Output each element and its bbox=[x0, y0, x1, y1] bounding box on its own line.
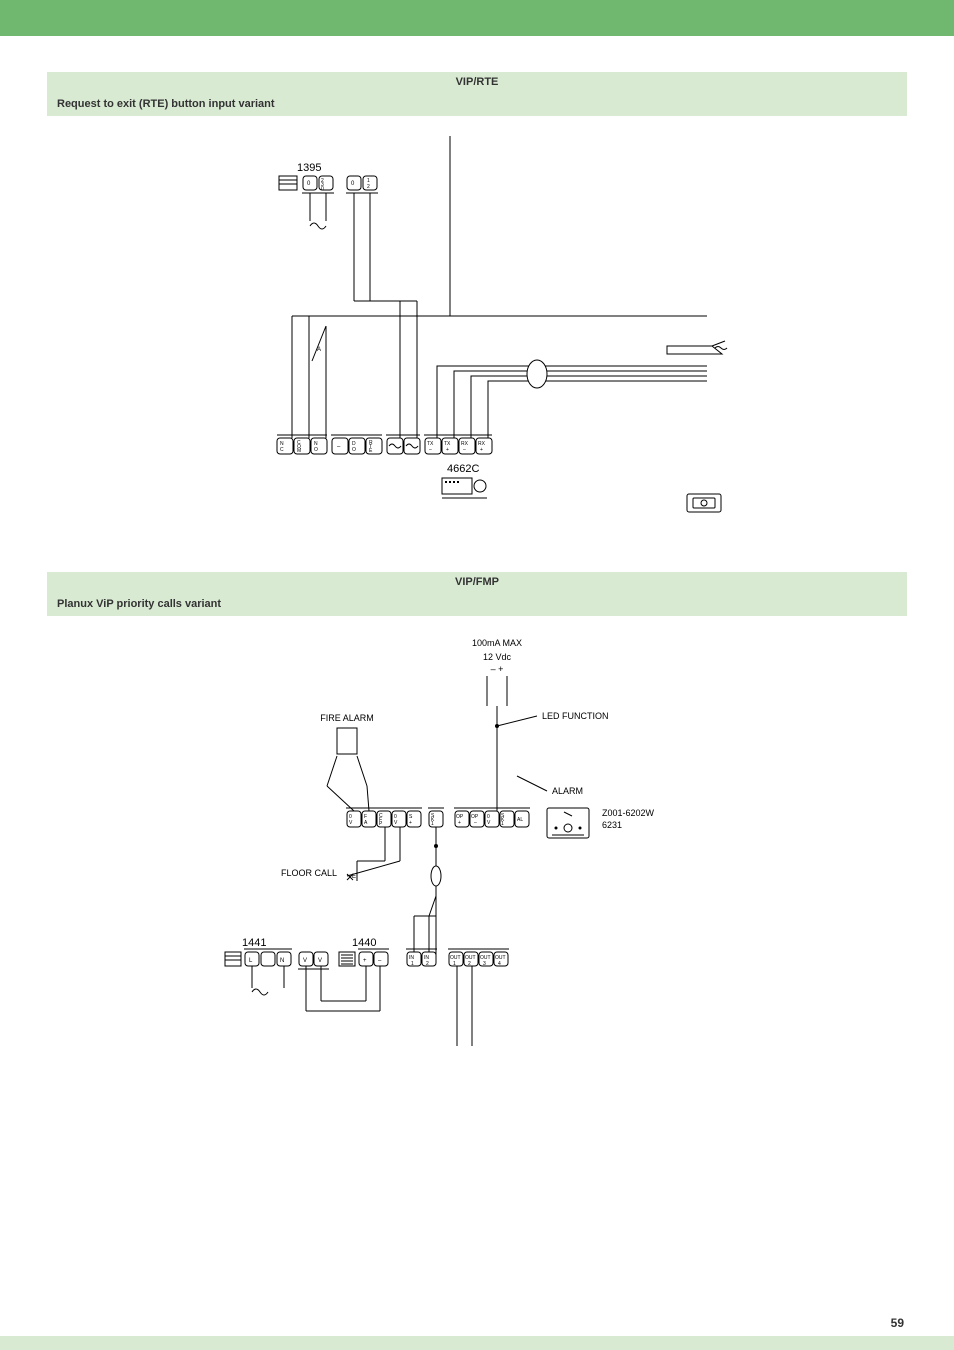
psu-1441: L N V V bbox=[225, 949, 329, 969]
svg-text:N: N bbox=[280, 958, 284, 964]
svg-text:O: O bbox=[352, 447, 356, 453]
svg-text:A: A bbox=[317, 347, 321, 353]
diagram-fmp: 100mA MAX 12 Vdc – + FIRE ALARM LED FUNC… bbox=[47, 616, 907, 1096]
svg-text:FIRE ALARM: FIRE ALARM bbox=[320, 713, 374, 723]
svg-text:1: 1 bbox=[453, 961, 456, 967]
svg-text:–: – bbox=[463, 447, 466, 453]
svg-text:1: 1 bbox=[501, 821, 504, 827]
svg-text:0: 0 bbox=[321, 186, 324, 192]
svg-text:+: + bbox=[363, 958, 367, 964]
psu-1440: + – IN1 IN2 OUT1 OUT2 OUT3 OUT4 bbox=[339, 949, 509, 967]
svg-text:V: V bbox=[303, 958, 307, 964]
svg-text:M: M bbox=[297, 448, 301, 454]
section1-code: VIP/RTE bbox=[47, 72, 907, 92]
svg-text:12 Vdc: 12 Vdc bbox=[483, 652, 512, 662]
section2-title: Planux ViP priority calls variant bbox=[47, 592, 907, 616]
svg-text:O: O bbox=[314, 447, 318, 453]
reader-icon bbox=[667, 341, 727, 354]
svg-text:AL: AL bbox=[517, 817, 523, 823]
svg-text:V: V bbox=[318, 958, 322, 964]
svg-text:2: 2 bbox=[426, 961, 429, 967]
svg-text:ALARM: ALARM bbox=[552, 786, 583, 796]
svg-text:100mA MAX: 100mA MAX bbox=[472, 638, 522, 648]
svg-text:LED FUNCTION: LED FUNCTION bbox=[542, 711, 609, 721]
svg-text:– +: – + bbox=[491, 664, 504, 674]
svg-text:–: – bbox=[429, 447, 432, 453]
page-number: 59 bbox=[891, 1316, 904, 1330]
section1-title: Request to exit (RTE) button input varia… bbox=[47, 92, 907, 116]
top-bar bbox=[0, 0, 954, 36]
diagram-rte: 1395 0 2 3 0 0 1 2 A bbox=[47, 116, 907, 536]
svg-text:1440: 1440 bbox=[352, 937, 376, 949]
svg-text:4: 4 bbox=[498, 961, 501, 967]
svg-text:–: – bbox=[474, 820, 477, 826]
svg-text:+: + bbox=[409, 820, 412, 826]
svg-text:1: 1 bbox=[411, 961, 414, 967]
monitor-icon bbox=[547, 808, 589, 838]
svg-text:3: 3 bbox=[483, 961, 486, 967]
bottom-bar bbox=[0, 1336, 954, 1350]
svg-text:1: 1 bbox=[431, 821, 434, 827]
psu-model: 1395 bbox=[297, 162, 321, 174]
svg-text:2: 2 bbox=[468, 961, 471, 967]
svg-text:FLOOR CALL: FLOOR CALL bbox=[281, 868, 337, 878]
psu-term-a: 0 2 3 0 bbox=[302, 176, 334, 193]
svg-text:Z001-6202W: Z001-6202W bbox=[602, 808, 655, 818]
svg-text:2: 2 bbox=[367, 184, 370, 190]
svg-text:+: + bbox=[458, 820, 461, 826]
svg-text:+: + bbox=[480, 447, 483, 453]
device-model: 4662C bbox=[447, 463, 479, 475]
monitor-terminals: 0V FA CFP 0V S+ SK1 OP+ OP– 0V SK1 AL bbox=[346, 808, 530, 827]
svg-text:C: C bbox=[280, 447, 284, 453]
svg-text:1441: 1441 bbox=[242, 937, 266, 949]
psu-term-b: 0 1 2 bbox=[346, 176, 378, 193]
keypad-icon bbox=[687, 494, 721, 512]
svg-text:6231: 6231 bbox=[602, 820, 622, 830]
section2-code: VIP/FMP bbox=[47, 572, 907, 592]
svg-text:+: + bbox=[446, 447, 449, 453]
